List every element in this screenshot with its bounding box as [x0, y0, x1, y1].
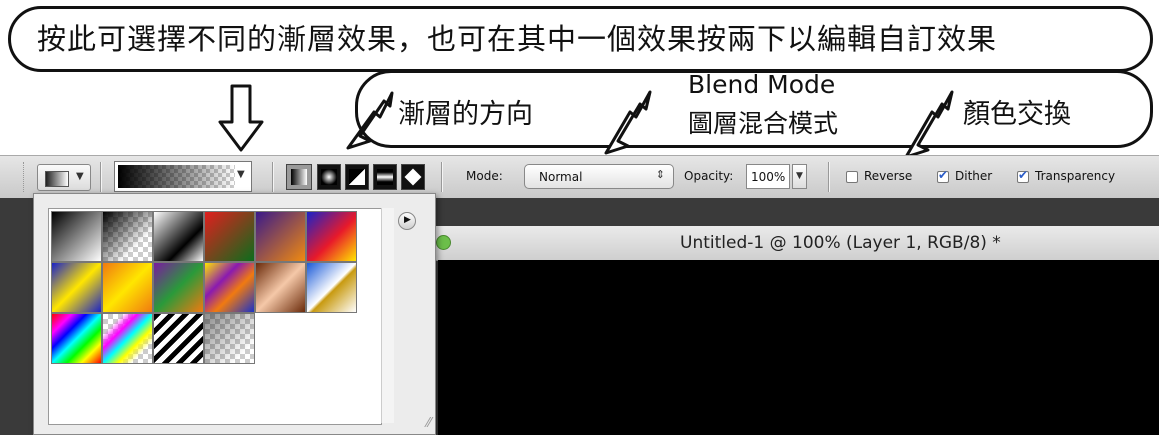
- arrow-diagonal-swap-icon: [904, 90, 954, 159]
- gradient-swatch-grid: [48, 208, 382, 425]
- gradient-swatch-violet-green-orange[interactable]: [153, 262, 204, 313]
- gradient-swatch-black-white-diagonal[interactable]: [153, 211, 204, 262]
- dither-checkbox[interactable]: [937, 168, 949, 183]
- toolbar-grip: [4, 162, 24, 192]
- gradient-swatch-copper[interactable]: [255, 262, 306, 313]
- toolbar-divider: [272, 162, 274, 192]
- panel-menu-button[interactable]: ▶: [398, 212, 416, 230]
- reverse-label: Reverse: [864, 169, 913, 183]
- gradient-picker-panel: ▶ ⁄⁄: [33, 193, 436, 435]
- updown-arrows-icon: ⇕: [655, 168, 665, 181]
- gradient-swatch-red-green[interactable]: [204, 211, 255, 262]
- opacity-input[interactable]: 100%: [746, 164, 790, 189]
- arrow-diagonal-direction-icon: [346, 91, 394, 150]
- gradient-swatch-black-transparent[interactable]: [102, 211, 153, 262]
- document-canvas[interactable]: [438, 260, 1159, 435]
- gradient-tool-icon: [45, 171, 69, 187]
- mode-label: Mode:: [466, 169, 503, 183]
- gradient-swatch-neutral-density[interactable]: [204, 313, 255, 364]
- chevron-down-icon: ▼: [76, 171, 84, 182]
- radial-gradient-button[interactable]: [317, 164, 341, 190]
- chevron-down-icon: ▼: [237, 169, 245, 180]
- dither-label: Dither: [955, 169, 993, 183]
- gradient-swatch-transparent-stripes[interactable]: [153, 313, 204, 364]
- gradient-preview: [118, 165, 235, 188]
- gradient-swatch-blue-red-yellow[interactable]: [306, 211, 357, 262]
- arrow-diagonal-mode-icon: [604, 90, 652, 155]
- gradient-swatch-yellow-violet-orange-blue[interactable]: [204, 262, 255, 313]
- document-title-bar[interactable]: Untitled-1 @ 100% (Layer 1, RGB/8) *: [430, 226, 1159, 261]
- reflected-gradient-button[interactable]: [373, 164, 397, 190]
- angle-gradient-button[interactable]: [345, 164, 369, 190]
- gradient-swatch-orange-yellow-orange[interactable]: [102, 262, 153, 313]
- opacity-slider-toggle[interactable]: ▼: [792, 164, 807, 189]
- gradient-picker[interactable]: ▼: [114, 161, 252, 192]
- reflected-gradient-icon: [377, 169, 393, 185]
- toolbar-divider: [100, 162, 102, 192]
- gradient-swatch-blue-yellow-blue[interactable]: [51, 262, 102, 313]
- gradient-swatch-violet-orange[interactable]: [255, 211, 306, 262]
- diamond-gradient-button[interactable]: [401, 164, 425, 190]
- document-title: Untitled-1 @ 100% (Layer 1, RGB/8) *: [680, 233, 1001, 253]
- resize-grip-icon[interactable]: ⁄⁄: [427, 416, 431, 431]
- angle-gradient-icon: [349, 169, 365, 185]
- play-arrow-icon: ▶: [404, 215, 411, 225]
- transparency-checkbox[interactable]: [1017, 168, 1029, 183]
- diamond-gradient-icon: [404, 168, 422, 186]
- tool-preset-picker[interactable]: ▼: [37, 164, 91, 191]
- arrow-down-gradient-icon: [218, 84, 264, 152]
- transparency-label: Transparency: [1035, 169, 1116, 183]
- gradient-swatch-chrome[interactable]: [306, 262, 357, 313]
- reverse-checkbox[interactable]: [846, 171, 858, 183]
- gradient-swatch-black-white[interactable]: [51, 211, 102, 262]
- opacity-label: Opacity:: [684, 169, 734, 183]
- chevron-down-icon: ▼: [796, 171, 803, 181]
- swatch-scrollbar[interactable]: [381, 208, 394, 423]
- gradient-swatch-transparent-rainbow[interactable]: [102, 313, 153, 364]
- linear-gradient-icon: [291, 169, 307, 185]
- linear-gradient-button[interactable]: [286, 164, 312, 190]
- toolbar-divider: [828, 162, 830, 192]
- toolbar-divider: [441, 162, 443, 192]
- zoom-window-icon[interactable]: [436, 235, 451, 250]
- gradient-swatch-spectrum[interactable]: [51, 313, 102, 364]
- blend-mode-value: Normal: [539, 170, 583, 184]
- blend-mode-select[interactable]: Normal ⇕: [524, 164, 674, 189]
- radial-gradient-icon: [321, 169, 337, 185]
